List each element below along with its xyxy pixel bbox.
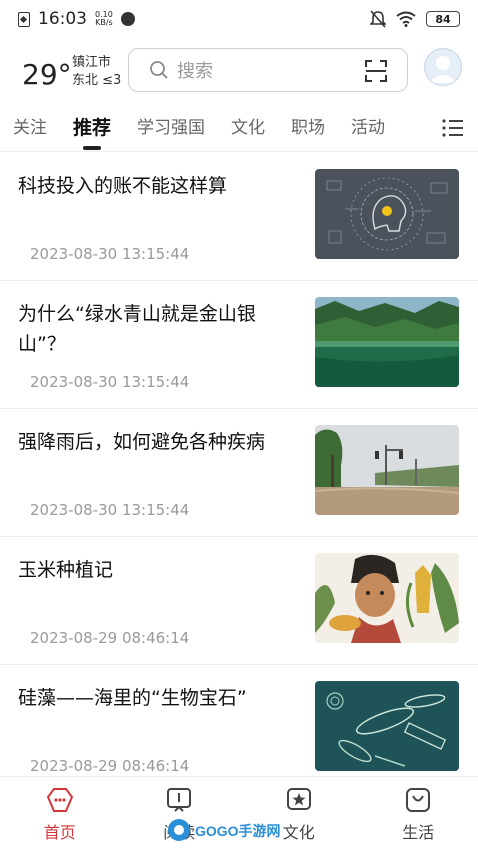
article-title: 为什么“绿水青山就是金山银山”？ — [18, 303, 256, 355]
list-item[interactable]: 为什么“绿水青山就是金山银山”？ 2023-08-30 13:15:44 — [0, 281, 478, 409]
tab-activity[interactable]: 活动 — [338, 104, 398, 152]
search-placeholder: 搜索 — [177, 61, 213, 82]
city-name: 镇江市 — [72, 55, 112, 70]
list-item[interactable]: 科技投入的账不能这样算 2023-08-30 13:15:44 — [0, 153, 478, 281]
list-item[interactable]: 硅藻——海里的“生物宝石” 2023-08-29 08:46:14 — [0, 665, 478, 793]
home-icon — [46, 788, 73, 812]
article-time: 2023-08-30 13:15:44 — [30, 245, 190, 263]
weather-temperature[interactable]: 29° — [22, 58, 72, 91]
no-sim-icon — [18, 11, 30, 27]
scan-icon[interactable] — [365, 60, 387, 82]
article-title: 玉米种植记 — [18, 559, 114, 581]
list-item[interactable]: 玉米种植记 2023-08-29 08:46:14 — [0, 537, 478, 665]
clock: 16:03 — [38, 9, 87, 29]
weather-location[interactable]: 镇江市 东北 ≤3 — [72, 54, 121, 90]
bag-icon — [406, 788, 431, 812]
star-icon — [286, 788, 311, 810]
notification-dot-icon — [120, 12, 135, 26]
tab-follow[interactable]: 关注 — [0, 104, 60, 152]
nav-home-label: 首页 — [43, 823, 76, 842]
search-input[interactable]: 搜索 — [128, 48, 408, 92]
top-header: 29° 镇江市 东北 ≤3 搜索 — [0, 44, 478, 100]
corn-painting-thumbnail — [315, 553, 459, 643]
article-time: 2023-08-29 08:46:14 — [30, 629, 190, 647]
article-time: 2023-08-29 08:46:14 — [30, 757, 190, 775]
tab-recommend[interactable]: 推荐 — [60, 104, 124, 152]
avatar[interactable] — [424, 48, 462, 86]
article-title: 硅藻——海里的“生物宝石” — [18, 687, 247, 709]
list-item[interactable]: 强降雨后，如何避免各种疾病 2023-08-30 13:15:44 — [0, 409, 478, 537]
tab-menu-icon[interactable] — [442, 118, 464, 138]
network-speed: 0.10 KB/s — [95, 10, 113, 27]
silent-bell-icon — [370, 10, 386, 28]
category-tabs: 关注 推荐 学习强国 文化 职场 活动 — [0, 104, 478, 152]
status-bar: 16:03 0.10 KB/s 84 — [0, 0, 478, 38]
news-feed: 科技投入的账不能这样算 2023-08-30 13:15:44 为什么“绿水青山… — [0, 153, 478, 793]
user-avatar-icon — [429, 56, 457, 83]
article-time: 2023-08-30 13:15:44 — [30, 501, 190, 519]
flooded-street-thumbnail — [315, 425, 459, 515]
nav-home[interactable]: 首页 — [0, 777, 120, 850]
article-title: 强降雨后，如何避免各种疾病 — [18, 431, 266, 453]
battery-icon: 84 — [426, 11, 460, 27]
tech-brain-thumbnail — [315, 169, 459, 259]
gogo-watermark-logo: GOGO手游网 — [168, 819, 281, 841]
article-title: 科技投入的账不能这样算 — [18, 175, 228, 197]
nav-life[interactable]: 生活 — [359, 777, 478, 850]
book-icon — [167, 788, 192, 812]
diatom-thumbnail — [315, 681, 459, 771]
article-time: 2023-08-30 13:15:44 — [30, 373, 190, 391]
lake-mountain-thumbnail — [315, 297, 459, 387]
wind-info: 东北 ≤3 — [72, 73, 122, 88]
wifi-icon — [396, 11, 416, 27]
nav-life-label: 生活 — [402, 823, 435, 842]
svg-text:GOGO手游网: GOGO手游网 — [195, 823, 281, 839]
tab-workplace[interactable]: 职场 — [278, 104, 338, 152]
search-icon — [150, 61, 168, 79]
tab-culture[interactable]: 文化 — [218, 104, 278, 152]
tab-xuexiqiangguo[interactable]: 学习强国 — [124, 104, 218, 152]
